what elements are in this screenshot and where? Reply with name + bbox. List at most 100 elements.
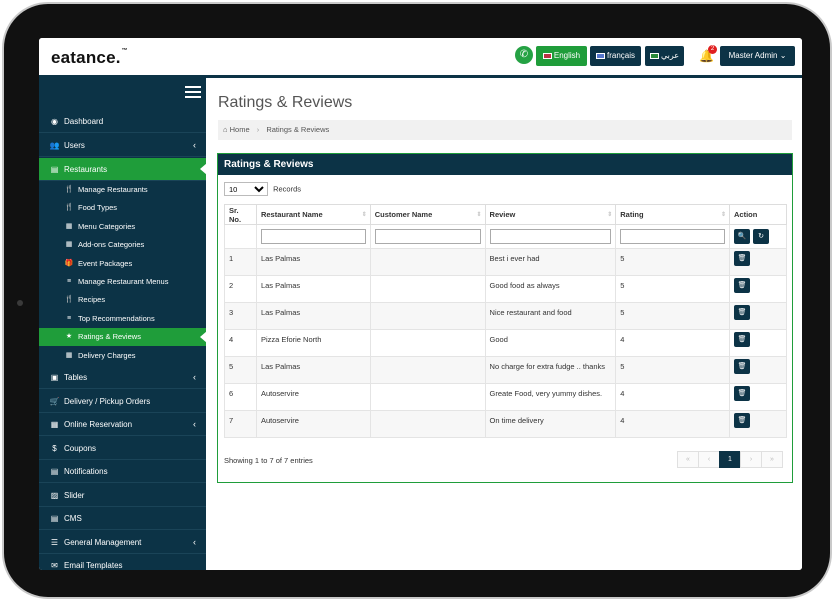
language-label: français: [606, 51, 635, 60]
cell-action: 🗑: [729, 356, 787, 384]
customer-name-filter-input[interactable]: [374, 229, 481, 244]
sidebar-item-dashboard[interactable]: ◉ Dashboard: [39, 110, 206, 133]
notification-count-badge: 2: [708, 45, 717, 54]
cell-restaurant-name: Pizza Eforie North: [255, 329, 371, 357]
cell-rating: 5: [615, 248, 731, 276]
filter-row: 🔍 ↻: [224, 224, 787, 249]
reset-button[interactable]: ↻: [753, 229, 770, 244]
sidebar-subitem-label: Top Recommendations: [78, 314, 155, 323]
sidebar-item-online-reservation[interactable]: ▦ Online Reservation ‹: [39, 413, 206, 436]
cell-restaurant-name: Las Palmas: [255, 356, 371, 384]
sidebar-subitem-top-recommendations[interactable]: ≡ Top Recommendations: [39, 310, 206, 328]
rating-filter-input[interactable]: [620, 229, 726, 244]
sidebar-subitem-recipes[interactable]: 🍴 Recipes: [39, 291, 206, 309]
cell-rating: 5: [615, 275, 731, 303]
hamburger-menu-icon[interactable]: [185, 86, 201, 100]
sidebar-item-delivery-pickup-orders[interactable]: 🛒 Delivery / Pickup Orders: [39, 390, 206, 413]
column-label: Review: [489, 210, 516, 219]
sidebar-item-slider[interactable]: ▨ Slider: [39, 484, 206, 507]
restaurant-name-filter-input[interactable]: [260, 229, 366, 244]
cell-customer-name: [369, 410, 486, 438]
pagination-first-button[interactable]: «: [677, 451, 699, 468]
chevron-left-icon: ‹: [193, 372, 196, 382]
pagination-page-button[interactable]: 1: [719, 451, 741, 468]
sidebar-subitem-addons-categories[interactable]: ▦ Add-ons Categories: [39, 236, 206, 254]
language-french-button[interactable]: français: [590, 46, 641, 66]
delete-button[interactable]: 🗑: [734, 412, 751, 428]
sidebar-item-email-templates[interactable]: ✉ Email Templates: [39, 554, 206, 570]
column-header-review[interactable]: Review ⇕: [484, 204, 617, 225]
sidebar-subitem-manage-restaurants[interactable]: 🍴 Manage Restaurants: [39, 181, 206, 199]
sidebar-item-notifications[interactable]: ▤ Notifications: [39, 460, 206, 483]
calendar-icon: ▦: [50, 420, 59, 429]
filter-cell: [369, 224, 486, 249]
sidebar-subitem-delivery-charges[interactable]: ▦ Delivery Charges: [39, 347, 206, 365]
pagination-prev-button[interactable]: ‹: [698, 451, 720, 468]
table-row: 7 Autoservire On time delivery 4 🗑: [224, 410, 787, 438]
sidebar-subitem-menu-categories[interactable]: ▦ Menu Categories: [39, 218, 206, 236]
cell-sr-no: 7: [224, 410, 257, 438]
cell-rating: 4: [615, 329, 731, 357]
sort-icon: ⇕: [361, 212, 367, 218]
column-header-restaurant-name[interactable]: Restaurant Name ⇕: [255, 204, 371, 225]
language-english-button[interactable]: English: [536, 46, 587, 66]
breadcrumb-home-link[interactable]: Home: [230, 125, 250, 134]
delete-button[interactable]: 🗑: [734, 277, 751, 293]
logo[interactable]: eatance.™: [51, 48, 128, 68]
cell-sr-no: 4: [224, 329, 257, 357]
sidebar-item-label: Restaurants: [64, 165, 108, 174]
sidebar-item-coupons[interactable]: $ Coupons: [39, 437, 206, 460]
table-row: 4 Pizza Eforie North Good 4 🗑: [224, 329, 787, 357]
table-row: 3 Las Palmas Nice restaurant and food 5 🗑: [224, 302, 787, 330]
tablet-frame: eatance.™ ✆ English français عربي 🔔 2 Ma…: [2, 2, 832, 599]
search-button[interactable]: 🔍: [734, 229, 751, 244]
cell-review: Greate Food, very yummy dishes.: [484, 383, 617, 411]
list-icon: ≡: [66, 278, 72, 285]
pagination-next-button[interactable]: ›: [740, 451, 762, 468]
sidebar-item-users[interactable]: 👥 Users ‹: [39, 134, 206, 157]
cell-customer-name: [369, 383, 486, 411]
sidebar-item-restaurants[interactable]: ▤ Restaurants: [39, 158, 206, 181]
delete-button[interactable]: 🗑: [734, 250, 751, 266]
cell-action: 🗑: [729, 410, 787, 438]
column-label: Sr. No.: [229, 205, 242, 224]
sort-icon: ⇕: [476, 212, 482, 218]
cell-action: 🗑: [729, 329, 787, 357]
language-arabic-button[interactable]: عربي: [645, 46, 684, 66]
sidebar-item-general-management[interactable]: ☰ General Management ‹: [39, 531, 206, 554]
table-row: 6 Autoservire Greate Food, very yummy dish…: [224, 383, 787, 411]
delete-button[interactable]: 🗑: [734, 331, 751, 347]
filter-cell: 🔍 ↻: [729, 224, 787, 249]
sidebar-subitem-ratings-reviews[interactable]: ★ Ratings & Reviews: [39, 328, 206, 346]
sidebar-item-label: CMS: [64, 514, 82, 523]
breadcrumb-separator: ›: [256, 125, 260, 134]
pagination-last-button[interactable]: »: [761, 451, 783, 468]
cell-customer-name: [369, 275, 486, 303]
cell-rating: 4: [615, 383, 731, 411]
sidebar-item-cms[interactable]: ▤ CMS: [39, 507, 206, 530]
whatsapp-icon[interactable]: ✆: [515, 46, 533, 64]
sidebar-subitem-manage-restaurant-menus[interactable]: ≡ Manage Restaurant Menus: [39, 273, 206, 291]
column-header-customer-name[interactable]: Customer Name ⇕: [369, 204, 486, 225]
column-label: Restaurant Name: [260, 210, 323, 219]
trash-icon: 🗑: [737, 335, 747, 343]
review-filter-input[interactable]: [489, 229, 612, 244]
language-label: عربي: [660, 51, 680, 60]
delete-button[interactable]: 🗑: [734, 358, 751, 374]
delete-button[interactable]: 🗑: [734, 385, 751, 401]
sidebar-subitem-event-packages[interactable]: 🎁 Event Packages: [39, 255, 206, 273]
records-per-page-select[interactable]: 10: [224, 182, 268, 196]
breadcrumb: ⌂ Home › Ratings & Reviews: [218, 120, 792, 140]
records-selector: 10 Records: [224, 182, 301, 196]
sliders-icon: ☰: [50, 538, 59, 547]
sidebar-item-tables[interactable]: ▣ Tables ‹: [39, 366, 206, 389]
sidebar-subitem-food-types[interactable]: 🍴 Food Types: [39, 199, 206, 217]
entries-info: Showing 1 to 7 of 7 entries: [224, 456, 313, 465]
column-header-sr-no[interactable]: Sr. No.: [224, 204, 257, 225]
delete-button[interactable]: 🗑: [734, 304, 751, 320]
cell-rating: 5: [615, 302, 731, 330]
cell-customer-name: [369, 248, 486, 276]
column-header-rating[interactable]: Rating ⇕: [615, 204, 731, 225]
cutlery-icon: 🍴: [64, 296, 74, 303]
user-menu-button[interactable]: Master Admin ⌄: [720, 46, 795, 66]
